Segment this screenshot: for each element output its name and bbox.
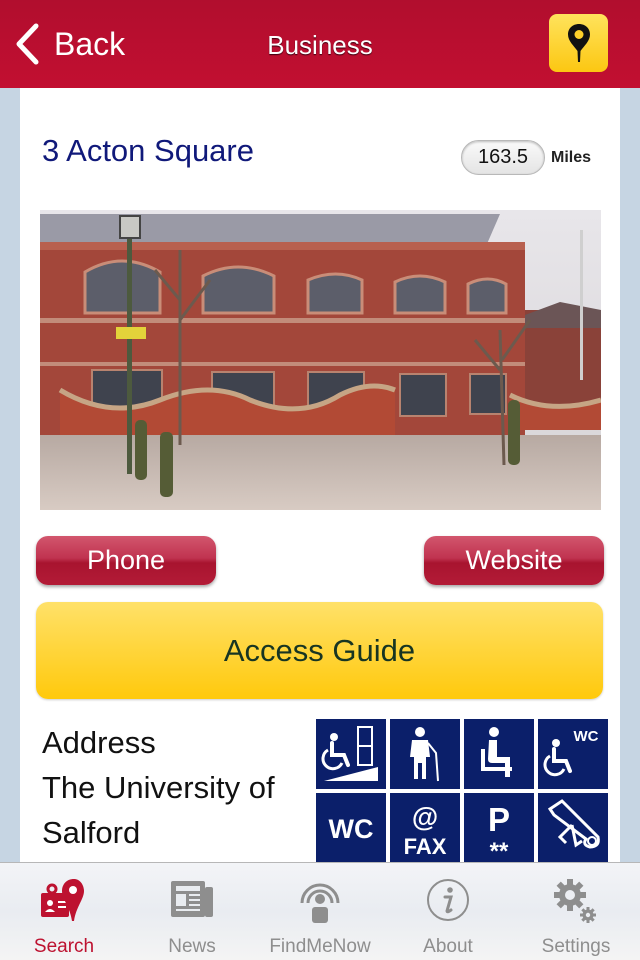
parking-icon: P ** (488, 801, 510, 859)
phone-button[interactable]: Phone (36, 536, 216, 585)
tab-search[interactable]: Search (0, 863, 128, 960)
ramp-access-icon (321, 726, 378, 781)
distance-indicator: 163.5 Miles (461, 140, 591, 175)
map-button[interactable] (549, 14, 608, 72)
facility-wc: WC (316, 793, 386, 862)
qualification-icon (547, 799, 600, 849)
address-block: Address The University of Salford (42, 720, 332, 855)
wc-icon: WC (329, 814, 374, 844)
website-button[interactable]: Website (424, 536, 604, 585)
accessible-wc-icon: WC (543, 728, 599, 777)
distance-value: 163.5 (461, 140, 545, 175)
seating-icon (481, 727, 512, 777)
svg-text:FAX: FAX (404, 834, 447, 859)
svg-text:P: P (488, 801, 510, 838)
address-line: The University of (42, 770, 275, 805)
tab-bar: Search News FindMeNow About Settings (0, 862, 640, 960)
address-line: Salford (42, 815, 141, 850)
news-icon (171, 881, 213, 917)
tab-label: Search (33, 936, 95, 957)
business-detail-panel: 3 Acton Square 163.5 Miles Phone Website… (20, 88, 620, 862)
svg-text:**: ** (490, 838, 509, 859)
distance-unit: Miles (551, 148, 592, 166)
findmenow-icon (300, 883, 340, 923)
facility-icons-grid: WC WC @ FAX P ** (316, 719, 612, 862)
svg-text:WC: WC (329, 814, 374, 844)
svg-text:@: @ (412, 802, 438, 832)
building-photo-image (40, 210, 601, 510)
map-pin-icon (567, 24, 590, 62)
page-title: Business (267, 30, 373, 60)
search-id-pin-icon (41, 879, 84, 921)
tab-label: Settings (541, 936, 611, 957)
address-heading: Address (42, 725, 156, 760)
facility-certificate (538, 793, 608, 862)
settings-gears-icon (554, 879, 596, 923)
facility-ramp-access (316, 719, 386, 789)
tab-about[interactable]: About (384, 863, 512, 960)
walking-aid-icon (410, 727, 439, 782)
facility-walking-aid (390, 719, 460, 789)
nav-bar: Back Business (0, 0, 640, 88)
info-icon (427, 879, 469, 921)
tab-findmenow[interactable]: FindMeNow (256, 863, 384, 960)
business-name: 3 Acton Square (42, 133, 254, 168)
svg-text:WC: WC (574, 728, 599, 745)
business-photo (40, 210, 601, 510)
facility-email-fax: @ FAX (390, 793, 460, 862)
email-fax-icon: @ FAX (404, 802, 447, 859)
facility-seating (464, 719, 534, 789)
tab-label: FindMeNow (269, 936, 371, 957)
facility-parking: P ** (464, 793, 534, 862)
facility-accessible-wc: WC (538, 719, 608, 789)
tab-news[interactable]: News (128, 863, 256, 960)
tab-label: About (423, 936, 473, 957)
tab-label: News (168, 936, 216, 957)
access-guide-button[interactable]: Access Guide (36, 602, 603, 699)
tab-settings[interactable]: Settings (512, 863, 640, 960)
